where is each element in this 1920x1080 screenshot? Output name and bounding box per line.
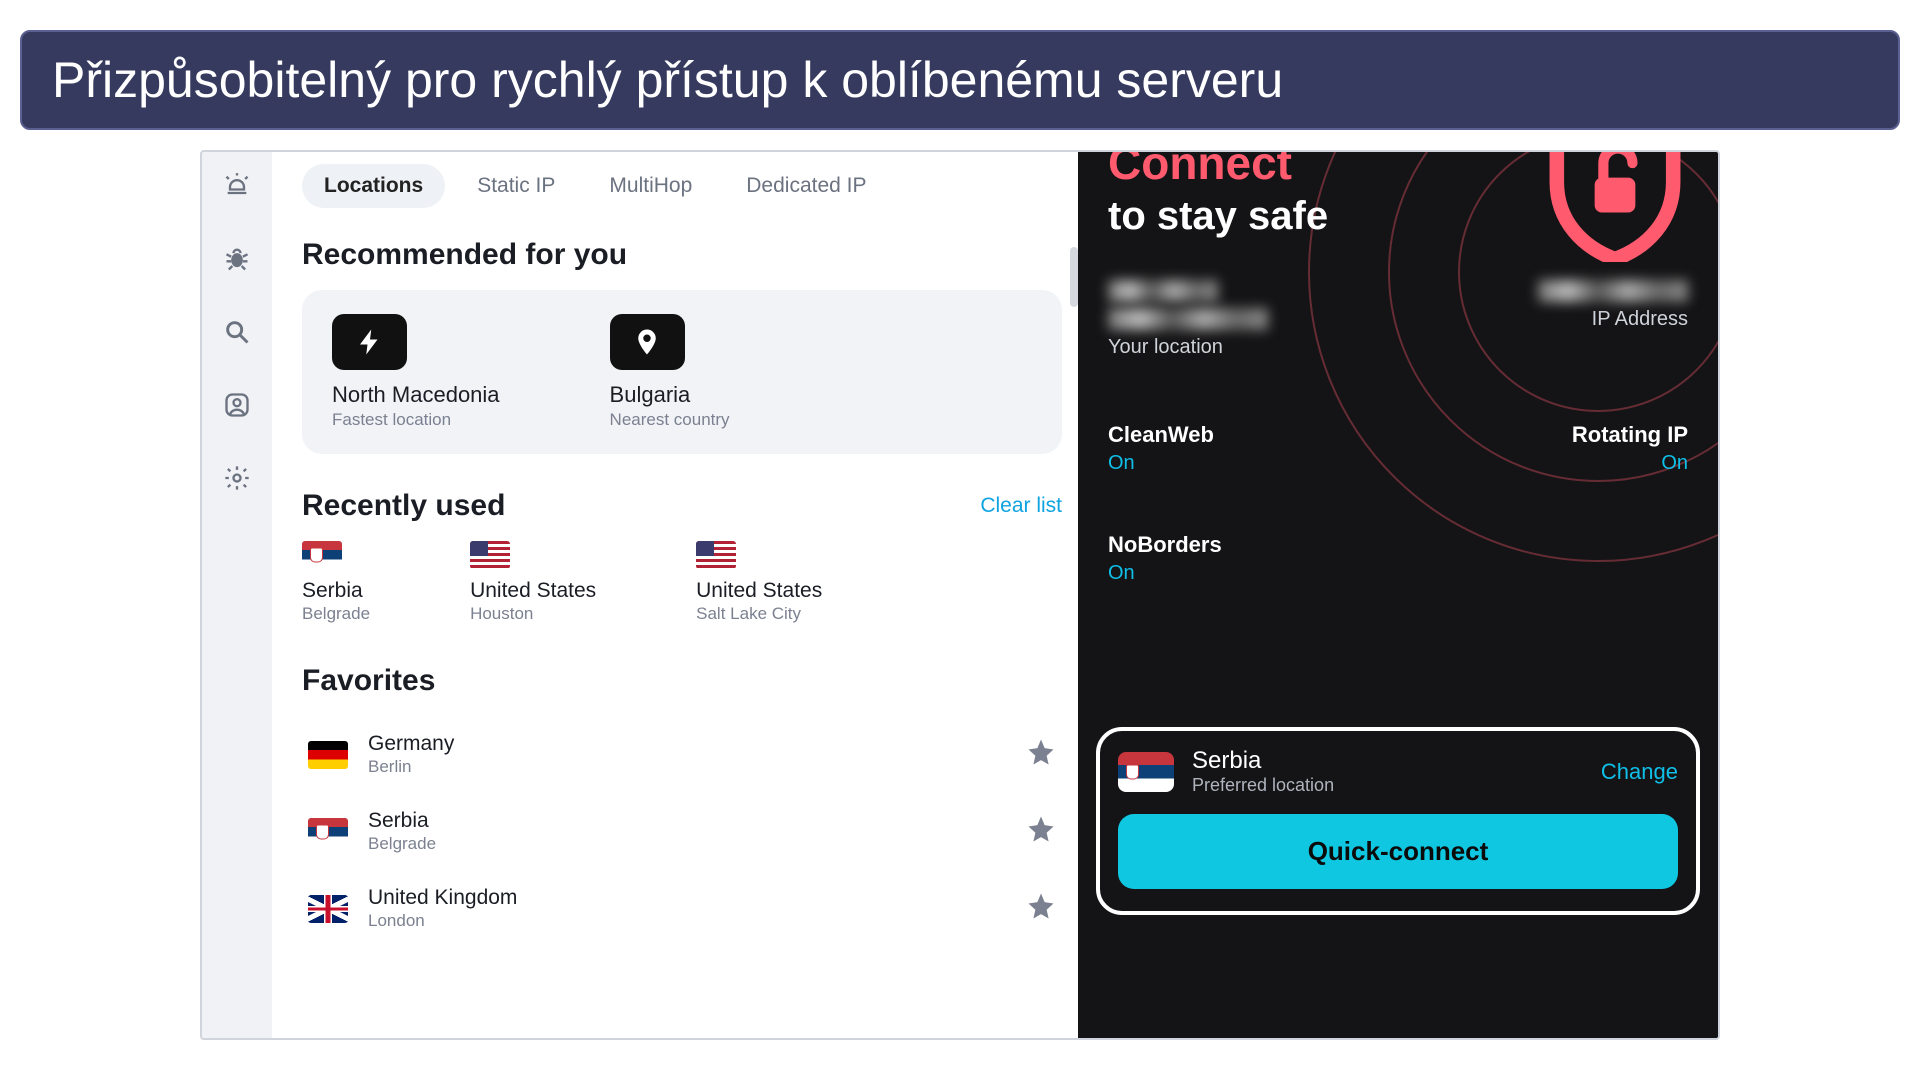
flag-germany-icon <box>308 741 348 769</box>
fav-country: Germany <box>368 732 1006 756</box>
fav-city: Belgrade <box>368 834 1006 854</box>
recent-country: United States <box>696 579 822 603</box>
recent-item-us-houston[interactable]: United States Houston <box>470 541 596 624</box>
flag-serbia-icon <box>1118 752 1174 792</box>
favorites-heading: Favorites <box>302 664 1062 698</box>
caption-bar: Přizpůsobitelný pro rychlý přístup k obl… <box>20 30 1900 130</box>
preferred-country: Serbia <box>1192 747 1583 775</box>
recently-header: Recently used Clear list <box>302 489 1062 523</box>
features-row-1: CleanWeb On Rotating IP On <box>1108 422 1688 475</box>
user-icon[interactable] <box>223 391 251 424</box>
recommended-panel: North Macedonia Fastest location Bulgari… <box>302 290 1062 454</box>
clear-list-link[interactable]: Clear list <box>980 494 1062 518</box>
connect-header: Connect to stay safe <box>1108 152 1328 239</box>
your-location-value-2: xx <box>1108 308 1268 330</box>
search-icon[interactable] <box>223 318 251 351</box>
your-location-label: Your location <box>1108 336 1268 359</box>
recently-row: Serbia Belgrade United States Houston Un… <box>302 541 1062 624</box>
main-panel: Locations Static IP MultiHop Dedicated I… <box>272 152 1082 1038</box>
shield-unlocked-icon <box>1540 152 1690 262</box>
fav-country: United Kingdom <box>368 886 1006 910</box>
recent-item-us-slc[interactable]: United States Salt Lake City <box>696 541 822 624</box>
ip-address-value: xx <box>1538 280 1688 302</box>
recent-item-serbia[interactable]: Serbia Belgrade <box>302 541 370 624</box>
change-link[interactable]: Change <box>1601 759 1678 785</box>
tab-bar: Locations Static IP MultiHop Dedicated I… <box>302 164 1062 208</box>
tab-static-ip[interactable]: Static IP <box>455 164 577 208</box>
fav-country: Serbia <box>368 809 1006 833</box>
rotating-ip-label: Rotating IP <box>1572 422 1688 448</box>
scrollbar-thumb[interactable] <box>1070 247 1078 307</box>
flag-us-icon <box>696 541 736 569</box>
reco-subtitle: Fastest location <box>332 410 451 430</box>
app-window: Locations Static IP MultiHop Dedicated I… <box>200 150 1720 1040</box>
recommended-heading: Recommended for you <box>302 238 1062 272</box>
flag-us-icon <box>470 541 510 569</box>
cleanweb-status: On <box>1108 452 1214 475</box>
rotating-ip-status: On <box>1661 452 1688 475</box>
connect-title: Connect <box>1108 152 1328 186</box>
alert-icon[interactable] <box>223 172 251 205</box>
features-row-2: NoBorders On <box>1108 532 1688 585</box>
star-icon[interactable] <box>1026 737 1056 772</box>
tab-locations[interactable]: Locations <box>302 164 445 208</box>
recent-country: United States <box>470 579 596 603</box>
recent-city: Belgrade <box>302 604 370 624</box>
your-location-value: xx <box>1108 280 1218 302</box>
star-icon[interactable] <box>1026 891 1056 926</box>
fav-city: London <box>368 911 1006 931</box>
connection-panel: Connect to stay safe xx xx Your location… <box>1078 152 1718 1038</box>
connect-subtitle: to stay safe <box>1108 194 1328 239</box>
recent-country: Serbia <box>302 579 370 603</box>
tab-multihop[interactable]: MultiHop <box>587 164 714 208</box>
favorite-item-germany[interactable]: Germany Berlin <box>302 716 1062 793</box>
flag-serbia-icon <box>308 818 348 846</box>
gear-icon[interactable] <box>223 464 251 497</box>
noborders-status: On <box>1108 562 1222 585</box>
location-ip-row: xx xx Your location xx IP Address <box>1108 280 1688 359</box>
recent-city: Houston <box>470 604 596 624</box>
bug-icon[interactable] <box>223 245 251 278</box>
noborders-label: NoBorders <box>1108 532 1222 558</box>
star-icon[interactable] <box>1026 814 1056 849</box>
recommended-fastest[interactable]: North Macedonia Fastest location <box>332 314 500 430</box>
flag-uk-icon <box>308 895 348 923</box>
recommended-nearest[interactable]: Bulgaria Nearest country <box>610 314 730 430</box>
bolt-icon <box>332 314 407 370</box>
tab-dedicated-ip[interactable]: Dedicated IP <box>724 164 888 208</box>
caption-text: Přizpůsobitelný pro rychlý přístup k obl… <box>52 51 1283 109</box>
recent-city: Salt Lake City <box>696 604 822 624</box>
reco-title: Bulgaria <box>610 382 691 408</box>
ip-address-label: IP Address <box>1592 308 1688 331</box>
pin-icon <box>610 314 685 370</box>
favorite-item-serbia[interactable]: Serbia Belgrade <box>302 793 1062 870</box>
quick-connect-button[interactable]: Quick-connect <box>1118 814 1678 889</box>
cleanweb-label: CleanWeb <box>1108 422 1214 448</box>
preferred-subtitle: Preferred location <box>1192 775 1583 796</box>
quick-connect-box: Serbia Preferred location Change Quick-c… <box>1096 727 1700 915</box>
favorite-item-uk[interactable]: United Kingdom London <box>302 870 1062 947</box>
flag-serbia-icon <box>302 541 342 569</box>
fav-city: Berlin <box>368 757 1006 777</box>
reco-title: North Macedonia <box>332 382 500 408</box>
reco-subtitle: Nearest country <box>610 410 730 430</box>
sidebar-rail <box>202 152 272 1038</box>
preferred-location-row: Serbia Preferred location Change <box>1118 747 1678 796</box>
recently-heading: Recently used <box>302 489 505 523</box>
